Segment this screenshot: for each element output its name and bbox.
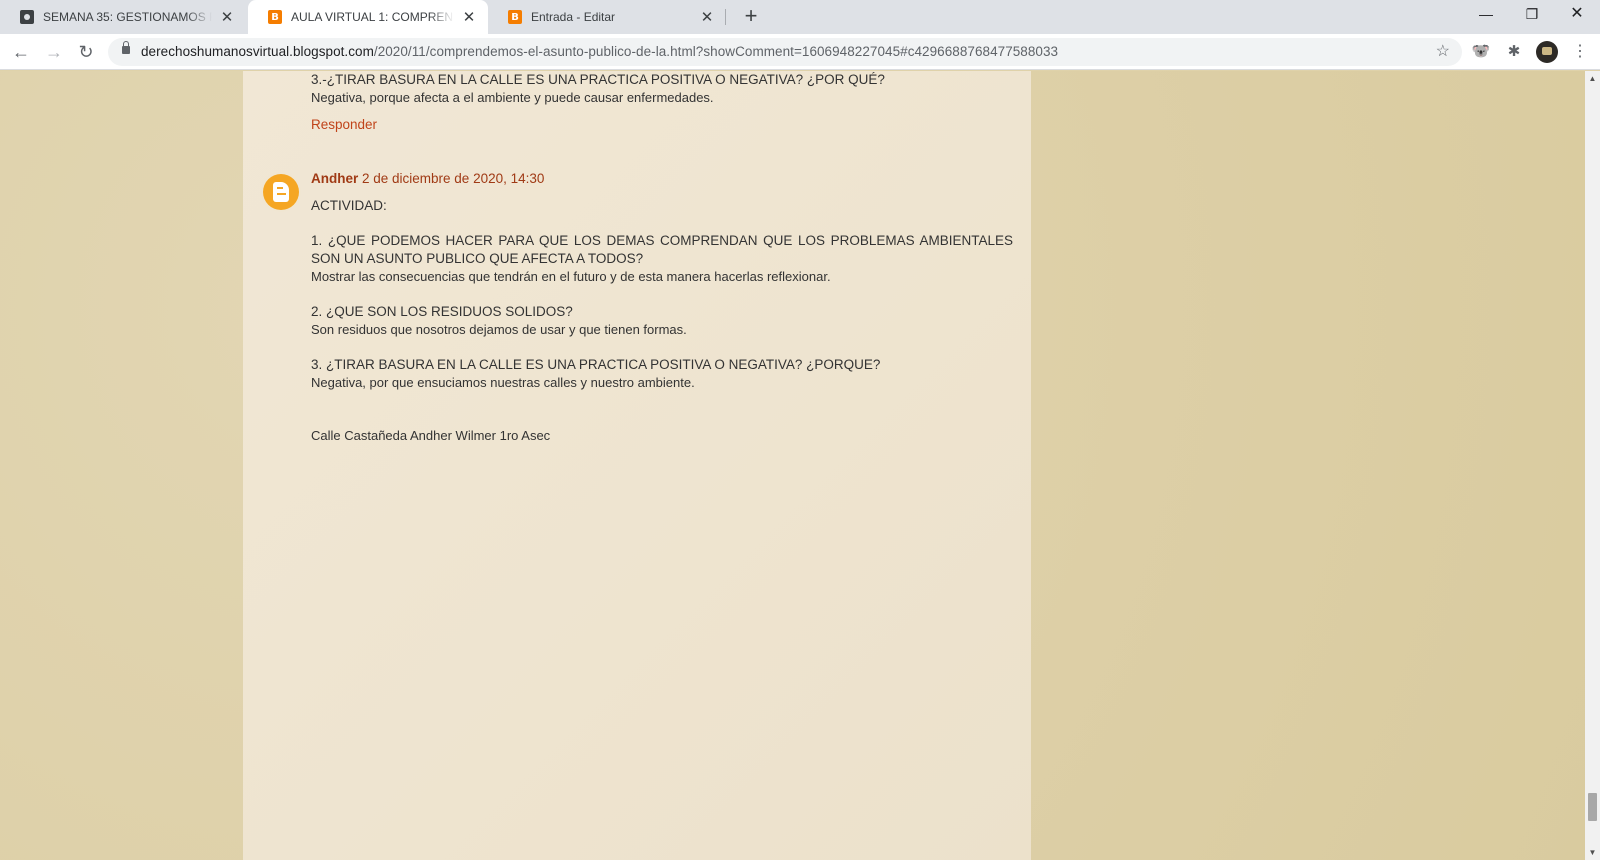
blogger-icon: B <box>268 10 282 24</box>
tab-title: SEMANA 35: GESTIONAMOS RESPONSABLEMENTE <box>43 10 212 24</box>
url-text: derechoshumanosvirtual.blogspot.com/2020… <box>141 44 1059 59</box>
reload-button[interactable]: ↻ <box>72 38 100 66</box>
comment-timestamp[interactable]: 2 de diciembre de 2020, 14:30 <box>362 171 544 186</box>
bookmark-star-icon[interactable]: ☆ <box>1436 41 1450 61</box>
profile-avatar[interactable] <box>1536 41 1558 63</box>
comment-question-3: 3. ¿TIRAR BASURA EN LA CALLE ES UNA PRAC… <box>311 357 881 372</box>
tab-title: AULA VIRTUAL 1: COMPRENDEMOS <box>291 10 454 24</box>
tab-entrada-editar[interactable]: B Entrada - Editar ✕ <box>488 0 726 34</box>
lock-icon <box>122 41 130 54</box>
blogger-avatar[interactable] <box>263 174 299 210</box>
close-tab-icon[interactable]: ✕ <box>460 8 478 26</box>
classroom-icon <box>20 10 34 24</box>
content-column <box>243 71 1031 860</box>
koala-extension-icon[interactable]: 🐨 <box>1470 41 1492 63</box>
back-button[interactable]: ← <box>7 38 35 66</box>
comment-answer-1: Mostrar las consecuencias que tendrán en… <box>311 269 831 284</box>
previous-comment-question: 3.-¿TIRAR BASURA EN LA CALLE ES UNA PRAC… <box>311 72 885 87</box>
extensions-puzzle-icon[interactable]: ✱ <box>1503 41 1525 63</box>
comment-signature: Calle Castañeda Andher Wilmer 1ro Asec <box>311 428 551 443</box>
tab-title: Entrada - Editar <box>531 10 616 24</box>
vertical-scrollbar[interactable]: ▲ ▼ <box>1585 71 1600 860</box>
close-tab-icon[interactable]: ✕ <box>218 8 236 26</box>
reply-link[interactable]: Responder <box>311 117 377 132</box>
page-viewport: 3.-¿TIRAR BASURA EN LA CALLE ES UNA PRAC… <box>0 71 1585 860</box>
blogger-logo-icon <box>273 182 289 202</box>
forward-button[interactable]: → <box>40 38 68 66</box>
comment-heading: ACTIVIDAD: <box>311 198 387 213</box>
comment-question-1: 1. ¿QUE PODEMOS HACER PARA QUE LOS DEMAS… <box>311 233 1013 266</box>
comment-question-2: 2. ¿QUE SON LOS RESIDUOS SOLIDOS? <box>311 304 573 319</box>
new-tab-button[interactable]: + <box>738 4 764 30</box>
tab-aula-virtual[interactable]: B AULA VIRTUAL 1: COMPRENDEMOS ✕ <box>248 0 488 34</box>
tab-strip: SEMANA 35: GESTIONAMOS RESPONSABLEMENTE … <box>0 0 1600 34</box>
close-tab-icon[interactable]: ✕ <box>698 8 716 26</box>
menu-kebab-icon[interactable]: ⋮ <box>1569 41 1591 63</box>
previous-comment-answer: Negativa, porque afecta a el ambiente y … <box>311 90 714 105</box>
minimize-button[interactable]: — <box>1463 0 1509 30</box>
scroll-up-arrow-icon[interactable]: ▲ <box>1585 71 1600 86</box>
browser-toolbar: ← → ↻ derechoshumanosvirtual.blogspot.co… <box>0 34 1600 70</box>
restore-button[interactable]: ❐ <box>1509 0 1555 30</box>
scroll-down-arrow-icon[interactable]: ▼ <box>1585 845 1600 860</box>
tab-semana35[interactable]: SEMANA 35: GESTIONAMOS RESPONSABLEMENTE … <box>0 0 246 34</box>
address-bar[interactable]: derechoshumanosvirtual.blogspot.com/2020… <box>108 38 1462 66</box>
close-window-button[interactable]: ✕ <box>1554 0 1600 30</box>
comment-author[interactable]: Andher <box>311 171 358 186</box>
comment-answer-3: Negativa, por que ensuciamos nuestras ca… <box>311 375 695 390</box>
blogger-icon: B <box>508 10 522 24</box>
tab-separator <box>725 9 726 25</box>
comment-answer-2: Son residuos que nosotros dejamos de usa… <box>311 322 687 337</box>
scrollbar-thumb[interactable] <box>1588 793 1597 821</box>
